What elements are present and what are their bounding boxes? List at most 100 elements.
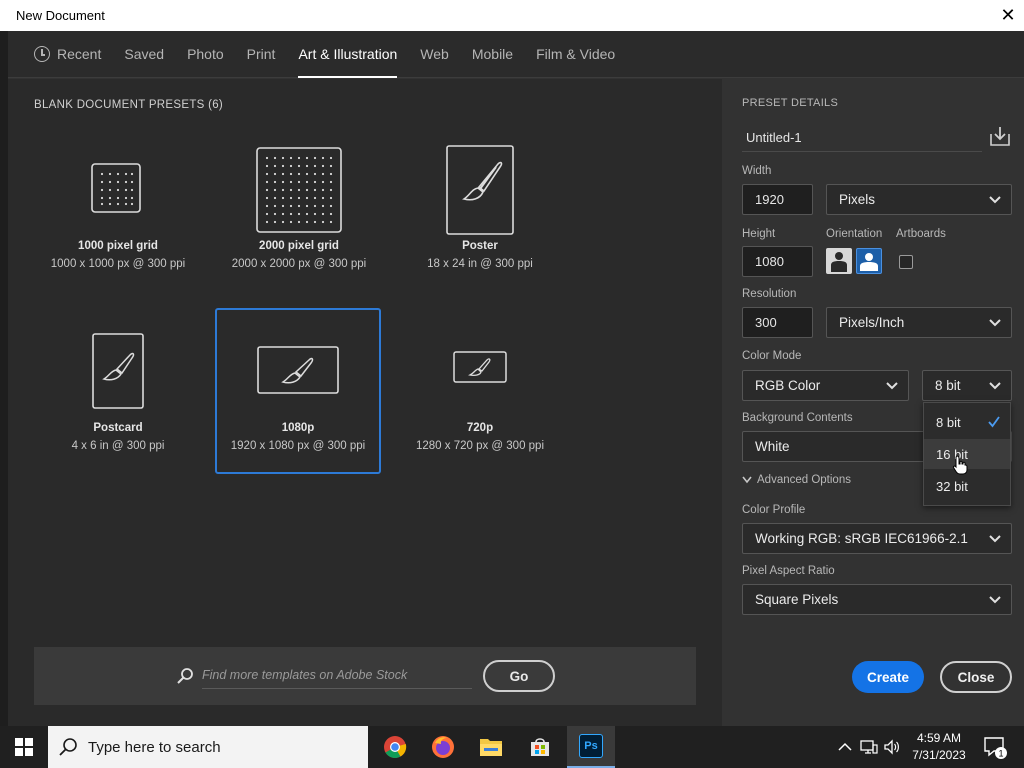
bit-option-8[interactable]: 8 bit bbox=[924, 407, 1010, 437]
network-icon[interactable] bbox=[860, 739, 878, 755]
pixel-aspect-select[interactable]: Square Pixels bbox=[742, 584, 1012, 615]
tab-mobile[interactable]: Mobile bbox=[472, 31, 513, 78]
grid-dot bbox=[289, 172, 293, 176]
color-profile-value: Working RGB: sRGB IEC61966-2.1 bbox=[755, 531, 968, 546]
grid-dot bbox=[313, 196, 317, 200]
landscape-person-icon bbox=[860, 253, 878, 271]
chevron-up-icon[interactable] bbox=[838, 742, 852, 752]
create-button[interactable]: Create bbox=[852, 661, 924, 693]
chevron-down-icon bbox=[989, 596, 1001, 604]
bit-option-32[interactable]: 32 bit bbox=[924, 471, 1010, 501]
width-input[interactable]: 1920 bbox=[742, 184, 813, 215]
grid-dot bbox=[313, 188, 317, 192]
tab-saved[interactable]: Saved bbox=[124, 31, 164, 78]
hd-brush-small-icon bbox=[453, 351, 507, 383]
notification-count: 1 bbox=[998, 749, 1003, 759]
preset-postcard[interactable]: Postcard 4 x 6 in @ 300 ppi bbox=[35, 327, 201, 493]
tab-print[interactable]: Print bbox=[247, 31, 276, 78]
tab-label: Art & Illustration bbox=[298, 46, 398, 62]
save-preset-icon[interactable] bbox=[989, 125, 1011, 147]
bit-depth-select[interactable]: 8 bit bbox=[922, 370, 1012, 401]
preset-2000-pixel-grid[interactable]: 2000 pixel grid 2000 x 2000 px @ 300 ppi bbox=[216, 141, 382, 307]
preset-name: 720p bbox=[466, 422, 494, 434]
checkmark-icon bbox=[988, 416, 1000, 428]
chevron-down-icon bbox=[886, 382, 898, 390]
grid-dot bbox=[297, 180, 301, 184]
preset-spec: 1920 x 1080 px @ 300 ppi bbox=[230, 440, 366, 452]
grid-dot bbox=[273, 188, 277, 192]
grid-dot bbox=[273, 172, 277, 176]
windows-taskbar: Type here to search Ps 4:59 AM 7/31/2023… bbox=[0, 726, 1024, 768]
preset-spec: 4 x 6 in @ 300 ppi bbox=[71, 440, 165, 452]
preset-name: 1000 pixel grid bbox=[78, 240, 158, 252]
photoshop-app[interactable]: Ps bbox=[567, 726, 615, 768]
file-explorer-app[interactable] bbox=[467, 726, 515, 768]
system-tray bbox=[838, 726, 900, 768]
color-profile-select[interactable]: Working RGB: sRGB IEC61966-2.1 bbox=[742, 523, 1012, 554]
store-app[interactable] bbox=[516, 726, 564, 768]
grid-dot bbox=[265, 188, 269, 192]
taskbar-search-box[interactable]: Type here to search bbox=[48, 726, 368, 768]
resolution-unit-value: Pixels/Inch bbox=[839, 315, 905, 330]
tab-photo[interactable]: Photo bbox=[187, 31, 224, 78]
search-icon bbox=[59, 738, 77, 756]
width-label: Width bbox=[742, 165, 772, 177]
store-icon bbox=[531, 738, 549, 756]
grid-dot bbox=[289, 180, 293, 184]
height-input[interactable]: 1080 bbox=[742, 246, 813, 277]
preset-720p[interactable]: 720p 1280 x 720 px @ 300 ppi bbox=[397, 327, 563, 493]
postcard-brush-icon bbox=[92, 333, 144, 409]
file-explorer-icon bbox=[480, 739, 502, 756]
tab-web[interactable]: Web bbox=[420, 31, 449, 78]
tab-film-video[interactable]: Film & Video bbox=[536, 31, 615, 78]
grid-dot bbox=[289, 164, 293, 168]
option-label: 8 bit bbox=[936, 414, 961, 430]
document-name-field[interactable]: Untitled-1 bbox=[742, 124, 982, 152]
presets-panel: BLANK DOCUMENT PRESETS (6) 1000 pixel gr… bbox=[8, 79, 722, 726]
pixel-aspect-value: Square Pixels bbox=[755, 592, 839, 607]
tab-label: Saved bbox=[124, 46, 165, 62]
tab-label: Film & Video bbox=[536, 46, 616, 62]
grid-dot bbox=[329, 212, 333, 216]
pixel-grid-small-icon bbox=[91, 163, 141, 213]
firefox-icon bbox=[432, 736, 454, 758]
preset-1000-pixel-grid[interactable]: 1000 pixel grid 1000 x 1000 px @ 300 ppi bbox=[35, 141, 201, 307]
close-button[interactable]: Close bbox=[940, 661, 1012, 693]
grid-dot bbox=[281, 204, 285, 208]
portrait-person-icon bbox=[831, 252, 847, 272]
grid-dot bbox=[273, 204, 277, 208]
portrait-orientation-button[interactable] bbox=[826, 248, 852, 274]
taskbar-clock[interactable]: 4:59 AM 7/31/2023 bbox=[900, 730, 978, 764]
window-close-icon[interactable]: ✕ bbox=[1000, 5, 1016, 25]
color-mode-select[interactable]: RGB Color bbox=[742, 370, 909, 401]
preset-1080p[interactable]: 1080p 1920 x 1080 px @ 300 ppi bbox=[215, 308, 381, 474]
resolution-unit-select[interactable]: Pixels/Inch bbox=[826, 307, 1012, 338]
go-button[interactable]: Go bbox=[483, 660, 555, 692]
grid-dot bbox=[265, 156, 269, 160]
landscape-orientation-button[interactable] bbox=[856, 248, 882, 274]
preset-poster[interactable]: Poster 18 x 24 in @ 300 ppi bbox=[397, 141, 563, 307]
grid-dot bbox=[273, 220, 277, 224]
grid-dot bbox=[281, 172, 285, 176]
stock-search-input[interactable] bbox=[202, 661, 472, 689]
advanced-options-toggle[interactable]: Advanced Options bbox=[742, 474, 851, 486]
width-unit-select[interactable]: Pixels bbox=[826, 184, 1012, 215]
artboards-checkbox[interactable] bbox=[899, 255, 913, 269]
grid-dot bbox=[289, 156, 293, 160]
grid-dot bbox=[289, 204, 293, 208]
volume-icon[interactable] bbox=[884, 739, 900, 755]
chevron-down-icon bbox=[989, 382, 1001, 390]
tab-art-illustration[interactable]: Art & Illustration bbox=[298, 31, 397, 78]
tab-recent[interactable]: Recent bbox=[34, 31, 101, 78]
grid-dot bbox=[265, 164, 269, 168]
orientation-label: Orientation bbox=[826, 228, 883, 240]
notification-icon: 1 bbox=[984, 737, 1007, 759]
chrome-app[interactable] bbox=[371, 726, 419, 768]
firefox-app[interactable] bbox=[419, 726, 467, 768]
resolution-input[interactable]: 300 bbox=[742, 307, 813, 338]
chrome-icon bbox=[384, 736, 407, 758]
start-button[interactable] bbox=[0, 726, 48, 768]
taskbar-search-placeholder: Type here to search bbox=[88, 738, 221, 756]
grid-dot bbox=[305, 220, 309, 224]
notification-center-button[interactable]: 1 bbox=[982, 734, 1008, 765]
